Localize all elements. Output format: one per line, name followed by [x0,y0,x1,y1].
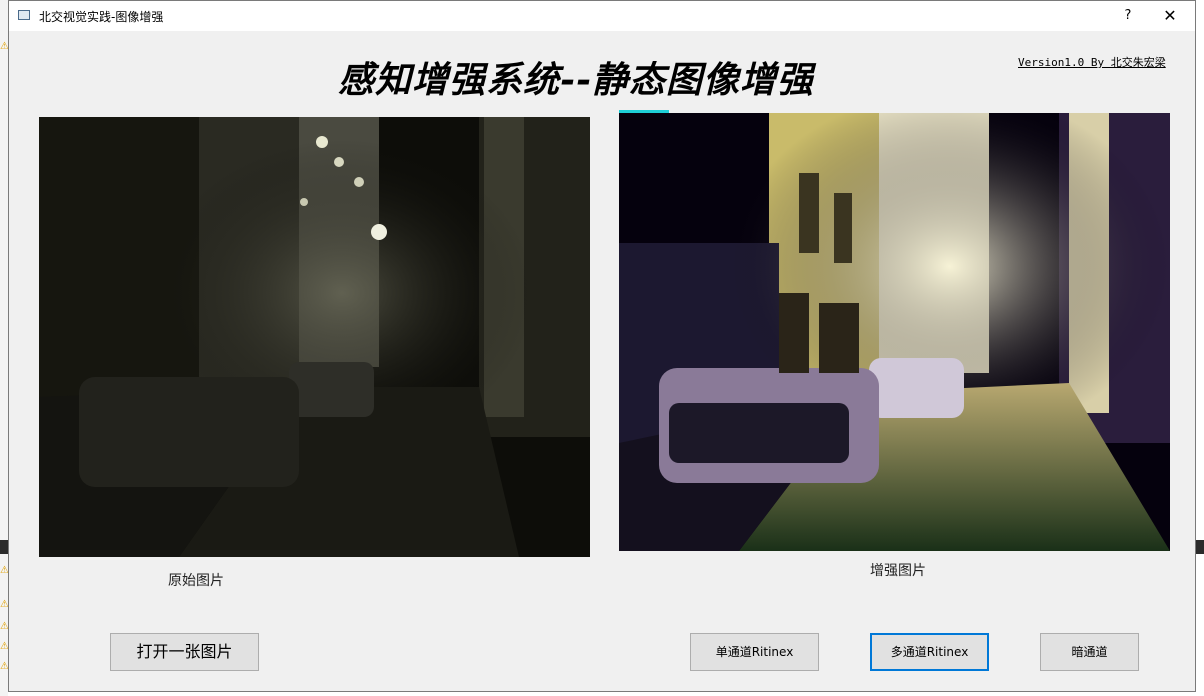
enhanced-image-caption: 增强图片 [870,563,926,579]
warning-icon: ⚠ [0,661,9,672]
title-bar[interactable]: 北交视觉实践-图像增强 ? ✕ [9,1,1195,31]
version-label: Version1.0 By 北交朱宏梁 [1018,56,1166,69]
main-window: 北交视觉实践-图像增强 ? ✕ 感知增强系统--静态图像增强 Version1.… [8,0,1196,692]
dark-channel-button[interactable]: 暗通道 [1040,633,1139,671]
page-title: 感知增强系统--静态图像增强 [338,59,814,101]
warning-icon: ⚠ [0,641,9,652]
background-editor-edge [1196,0,1204,696]
window-title: 北交视觉实践-图像增强 [39,10,164,24]
warning-icon: ⚠ [0,41,9,52]
app-icon [18,10,30,20]
original-image-scene [39,117,590,557]
open-image-button[interactable]: 打开一张图片 [110,633,259,671]
close-button[interactable]: ✕ [1159,5,1181,27]
original-image [39,117,590,557]
warning-icon: ⚠ [0,621,9,632]
warning-icon: ⚠ [0,565,9,576]
enhanced-image [619,113,1170,551]
original-image-caption: 原始图片 [168,573,224,589]
help-button[interactable]: ? [1117,5,1139,27]
enhanced-image-scene [619,113,1170,551]
background-editor-strip [0,540,8,554]
multi-channel-retinex-button[interactable]: 多通道Ritinex [870,633,989,671]
single-channel-retinex-button[interactable]: 单通道Ritinex [690,633,819,671]
background-editor-strip [1196,540,1204,554]
warning-icon: ⚠ [0,599,9,610]
background-editor-gutter: ⚠ ⚠ ⚠ ⚠ ⚠ ⚠ [0,0,9,696]
